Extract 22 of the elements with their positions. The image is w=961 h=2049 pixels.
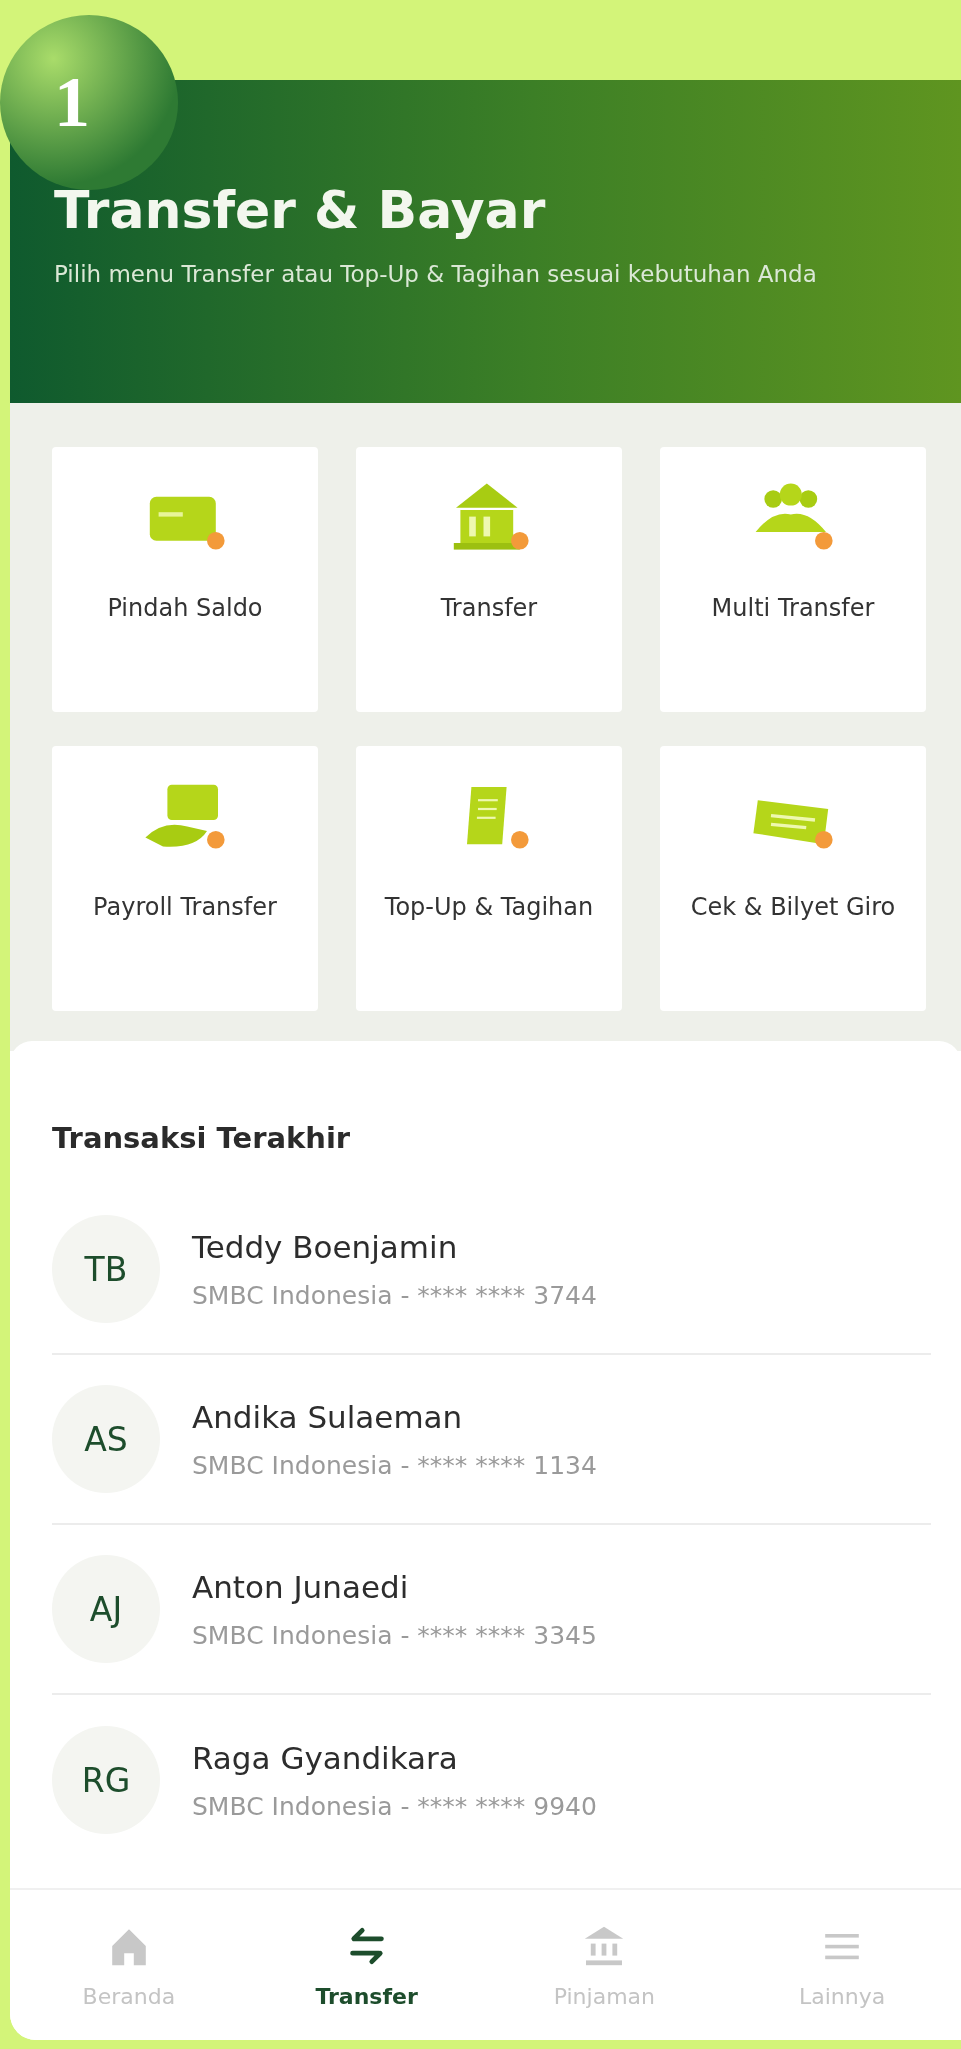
step-badge: 1 [0,15,178,190]
contact-name: Andika Sulaeman [192,1398,464,1435]
initials-avatar: AJ [52,1555,160,1663]
menu-tile[interactable]: Top-Up & Tagihan [356,746,622,1011]
account-number: SMBC Indonesia - **** **** 9940 [192,1791,597,1821]
menu-tile[interactable]: Transfer [356,447,622,712]
page-subtitle: Pilih menu Transfer atau Top-Up & Tagihan sesuai kebutuhan Anda [54,260,818,289]
section-title: Transaksi Terakhir [52,1121,352,1155]
menu-tile[interactable]: Pindah Saldo [52,447,318,712]
initials-avatar: TB [52,1215,160,1323]
contact-name: Anton Junaedi [192,1568,410,1605]
nav-tab[interactable]: Transfer [247,1890,486,2040]
initials-avatar: AS [52,1385,160,1493]
account-number: SMBC Indonesia - **** **** 1134 [192,1450,597,1480]
contact-name: Teddy Boenjamin [192,1228,459,1265]
menu-tile[interactable]: Payroll Transfer [52,746,318,1011]
menu-tile[interactable]: Cek & Bilyet Giro [660,746,926,1011]
contact-name: Raga Gyandikara [192,1739,459,1776]
initials-avatar: RG [52,1726,160,1834]
account-number: SMBC Indonesia - **** **** 3744 [192,1280,597,1310]
menu-tile[interactable]: Multi Transfer [660,447,926,712]
account-number: SMBC Indonesia - **** **** 3345 [192,1620,597,1650]
